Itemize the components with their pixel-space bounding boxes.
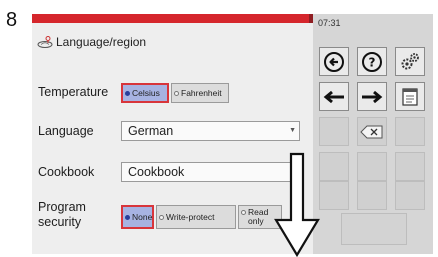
radio-label: None (132, 211, 153, 222)
temperature-fahrenheit-option[interactable]: Fahrenheit (171, 83, 229, 103)
radio-dot (125, 214, 130, 220)
scroll-down-arrow-icon (274, 152, 320, 257)
empty-key (319, 181, 349, 210)
radio-dot (159, 214, 164, 220)
backspace-button[interactable] (357, 117, 387, 146)
top-status-bar (32, 14, 314, 23)
back-button[interactable] (319, 47, 349, 76)
left-arrow-icon (323, 90, 344, 103)
page-title: Language/region (56, 35, 147, 49)
document-button[interactable] (395, 82, 425, 111)
empty-key (395, 117, 425, 146)
read-only-line2: only (248, 216, 264, 226)
temperature-label: Temperature (38, 85, 109, 99)
security-write-protect-option[interactable]: Write-protect (156, 205, 236, 229)
empty-wide-key (341, 213, 407, 245)
empty-key (395, 181, 425, 210)
empty-key (319, 152, 349, 181)
clock: 07:31 (318, 18, 341, 28)
radio-label: Celsius (132, 87, 160, 98)
empty-key (357, 181, 387, 210)
radio-dot (241, 210, 246, 215)
question-mark-icon: ? (362, 51, 382, 72)
radio-dot (125, 90, 130, 96)
circle-left-arrow-icon (324, 51, 344, 72)
radio-label: Write-protect (166, 211, 215, 222)
page-header: Language/region (36, 34, 146, 50)
program-security-label-line2: security (38, 215, 82, 229)
svg-text:?: ? (369, 55, 376, 69)
radio-label: Read only (248, 208, 268, 226)
settings-button[interactable] (395, 47, 425, 76)
empty-key (395, 152, 425, 181)
language-dropdown[interactable]: German ▼ (121, 121, 300, 141)
radio-label: Fahrenheit (181, 87, 222, 98)
globe-location-icon (37, 36, 53, 48)
language-label: Language (38, 124, 94, 138)
program-security-label: Program security (38, 200, 86, 230)
empty-key (357, 152, 387, 181)
previous-button[interactable] (319, 82, 349, 111)
security-none-option[interactable]: None (121, 205, 154, 229)
document-icon (402, 87, 418, 106)
language-value: German (128, 124, 174, 138)
cookbook-label: Cookbook (38, 165, 95, 179)
help-button[interactable]: ? (357, 47, 387, 76)
radio-dot (174, 90, 179, 96)
next-button[interactable] (357, 82, 387, 111)
device-screen: Language/region Temperature Celsius Fahr… (32, 14, 433, 254)
right-arrow-icon (362, 90, 383, 103)
program-security-label-line1: Program (38, 200, 86, 214)
gears-icon (401, 52, 419, 69)
cookbook-value: Cookbook (128, 165, 185, 179)
side-button-panel: 07:31 ? (313, 14, 433, 254)
backspace-icon (360, 125, 383, 138)
temperature-celsius-option[interactable]: Celsius (121, 83, 169, 103)
step-number: 8 (6, 9, 18, 31)
empty-key (319, 117, 349, 146)
dropdown-arrow-icon: ▼ (289, 127, 296, 134)
